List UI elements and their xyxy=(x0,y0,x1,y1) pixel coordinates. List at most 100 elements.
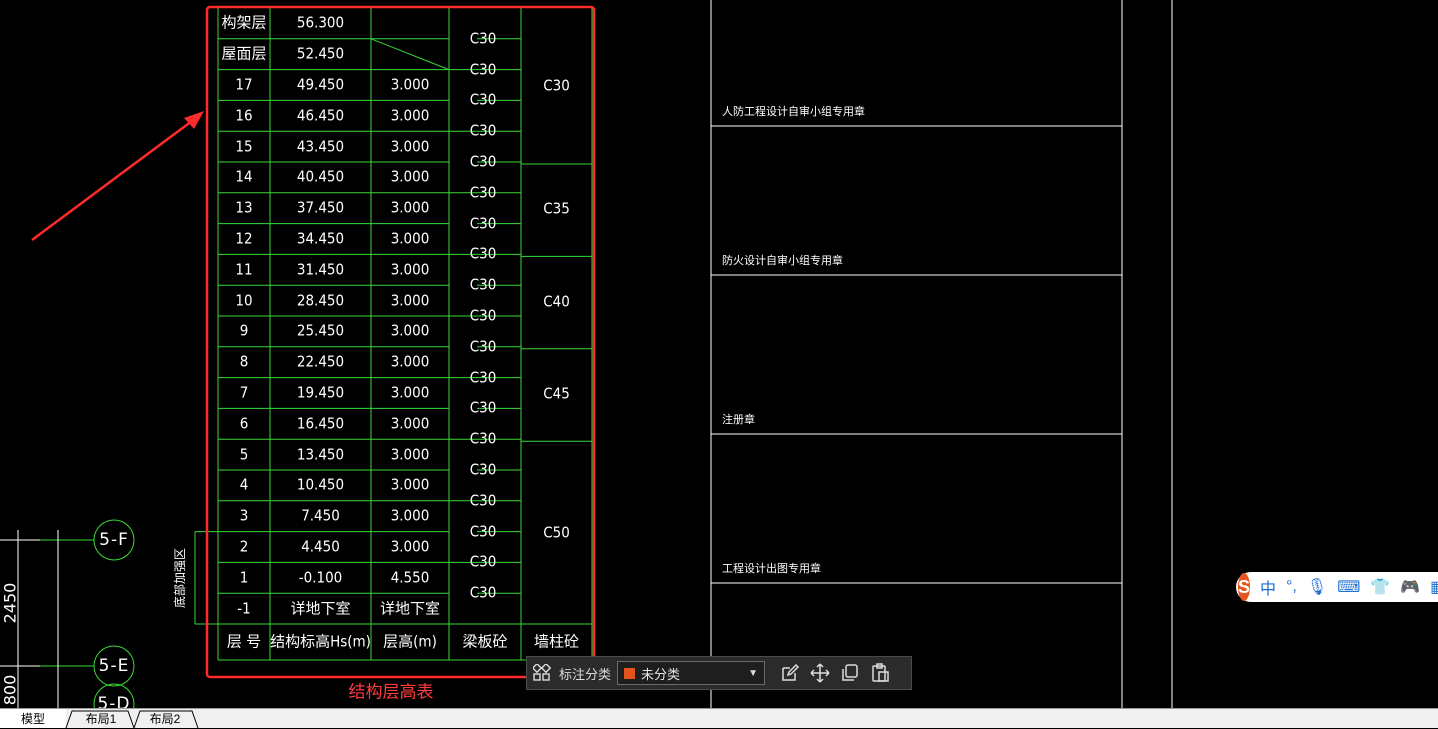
table-cell-floor: 10 xyxy=(235,291,253,310)
table-cell-floor: 9 xyxy=(239,321,249,340)
table-cell-height: 详地下室 xyxy=(379,599,441,618)
table-cell-wall-concrete: C45 xyxy=(543,384,570,403)
table-cell-floor: 17 xyxy=(235,75,253,94)
annotation-category-label: 标注分类 xyxy=(559,666,612,682)
table-cell-floor: 13 xyxy=(235,198,253,217)
table-cell-height: 3.000 xyxy=(390,352,430,371)
table-cell-floor: 11 xyxy=(235,260,253,279)
table-cell-elevation: 40.450 xyxy=(296,167,345,186)
category-selected-value: 未分类 xyxy=(641,666,681,682)
edit-icon[interactable] xyxy=(775,658,805,688)
table-cell-elevation: 13.450 xyxy=(296,445,345,464)
table-cell-elevation: 4.450 xyxy=(301,537,340,556)
height-diagonal xyxy=(370,38,450,71)
table-cell-elevation: 49.450 xyxy=(296,75,345,94)
table-cell-height: 3.000 xyxy=(390,291,430,310)
table-cell-height: 3.000 xyxy=(390,75,430,94)
annotation-category-select[interactable]: 未分类 ▼ xyxy=(617,661,766,685)
microphone-icon[interactable]: 🎙 xyxy=(1307,577,1327,597)
table-cell-floor: 5 xyxy=(239,445,249,464)
paste-icon[interactable] xyxy=(865,658,895,688)
table-cell-wall-concrete: C40 xyxy=(543,292,570,311)
highlight-arrow-head xyxy=(184,111,204,129)
table-cell-floor: 1 xyxy=(239,568,249,587)
table-cell-elevation: -0.100 xyxy=(298,568,343,587)
keyboard-icon[interactable]: ⌨ xyxy=(1337,577,1360,597)
table-cell-elevation: 16.450 xyxy=(296,414,345,433)
toolbox-icon[interactable]: ▦ xyxy=(1430,577,1438,597)
table-cell-elevation: 46.450 xyxy=(296,106,345,125)
annotation-category-icon[interactable] xyxy=(527,658,557,688)
table-header-cell: 梁板砼 xyxy=(462,632,508,651)
punctuation-icon[interactable]: °, xyxy=(1286,578,1297,596)
grid-axis-tag: 5-D xyxy=(97,694,131,708)
table-cell-wall-concrete: C35 xyxy=(543,199,570,218)
table-cell-height: 3.000 xyxy=(390,198,430,217)
table-cell-elevation: 28.450 xyxy=(296,291,345,310)
table-cell-beam-concrete: C30 xyxy=(469,398,497,417)
table-cell-height: 3.000 xyxy=(390,537,430,556)
table-cell-floor: 2 xyxy=(239,537,249,556)
annotation-toolbar: 标注分类 未分类 ▼ xyxy=(526,656,912,690)
table-cell-beam-concrete: C30 xyxy=(469,29,497,48)
table-cell-beam-concrete: C30 xyxy=(469,244,497,263)
gamepad-icon[interactable]: 🎮 xyxy=(1400,577,1420,597)
table-cell-elevation: 52.450 xyxy=(296,44,345,63)
table-cell-beam-concrete: C30 xyxy=(469,121,497,140)
table-cell-floor: 4 xyxy=(239,475,249,494)
table-cell-elevation: 7.450 xyxy=(301,506,340,525)
ime-toolbar[interactable]: S 中 °, 🎙 ⌨ 👕 🎮 ▦ xyxy=(1236,572,1438,602)
table-cell-floor: 屋面层 xyxy=(221,44,267,63)
table-cell-wall-concrete: C50 xyxy=(543,523,570,542)
table-cell-height: 3.000 xyxy=(390,167,430,186)
table-cell-height: 3.000 xyxy=(390,137,430,156)
table-cell-elevation: 34.450 xyxy=(296,229,345,248)
ime-language-toggle[interactable]: 中 xyxy=(1260,575,1276,599)
table-cell-height: 3.000 xyxy=(390,106,430,125)
table-cell-elevation: 19.450 xyxy=(296,383,345,402)
table-cell-height: 3.000 xyxy=(390,229,430,248)
table-cell-beam-concrete: C30 xyxy=(469,275,497,294)
copy-icon[interactable] xyxy=(835,658,865,688)
table-cell-beam-concrete: C30 xyxy=(469,60,497,79)
table-cell-beam-concrete: C30 xyxy=(469,552,497,571)
stamp-label: 注册章 xyxy=(722,413,755,426)
table-cell-beam-concrete: C30 xyxy=(469,460,497,479)
move-icon[interactable] xyxy=(805,658,835,688)
category-color-swatch xyxy=(624,667,636,679)
table-cell-beam-concrete: C30 xyxy=(469,583,497,602)
layout-tab-bar: 模型 布局1 布局2 xyxy=(0,708,1438,729)
table-cell-elevation: 37.450 xyxy=(296,198,345,217)
side-note-label: 底部加强区 xyxy=(173,547,187,608)
table-cell-wall-concrete: C30 xyxy=(543,76,570,95)
table-cell-beam-concrete: C30 xyxy=(469,183,497,202)
table-cell-elevation: 43.450 xyxy=(296,137,345,156)
stamp-label: 防火设计自审小组专用章 xyxy=(722,254,843,267)
tab-outline xyxy=(65,710,199,729)
ime-logo[interactable]: S xyxy=(1238,573,1251,601)
stamp-label: 工程设计出图专用章 xyxy=(722,562,821,575)
table-cell-beam-concrete: C30 xyxy=(469,214,497,233)
table-header-cell: 层高(m) xyxy=(383,632,437,651)
table-cell-elevation: 25.450 xyxy=(296,321,345,340)
table-cell-elevation: 22.450 xyxy=(296,352,345,371)
table-cell-floor: 16 xyxy=(235,106,253,125)
highlight-arrow-shaft xyxy=(31,116,197,242)
table-cell-elevation: 31.450 xyxy=(296,260,345,279)
table-cell-height: 3.000 xyxy=(390,506,430,525)
table-cell-beam-concrete: C30 xyxy=(469,152,497,171)
cad-drawing-canvas[interactable]: 构架层 56.300 屋面层 52.450 17 49.450 3.000 16 46.450 3… xyxy=(0,0,1438,708)
table-cell-beam-concrete: C30 xyxy=(469,90,497,109)
dimension-text: 800 xyxy=(0,674,20,706)
skin-icon[interactable]: 👕 xyxy=(1370,577,1390,597)
table-cell-beam-concrete: C30 xyxy=(469,337,497,356)
table-cell-height: 3.000 xyxy=(390,321,430,340)
dimension-text: 2450 xyxy=(0,582,20,624)
chevron-down-icon: ▼ xyxy=(748,667,759,679)
table-cell-height: 3.000 xyxy=(390,260,430,279)
drawing-lines xyxy=(0,0,1173,708)
table-cell-beam-concrete: C30 xyxy=(469,491,497,510)
table-cell-floor: -1 xyxy=(237,599,251,618)
table-cell-beam-concrete: C30 xyxy=(469,368,497,387)
table-cell-height: 3.000 xyxy=(390,414,430,433)
